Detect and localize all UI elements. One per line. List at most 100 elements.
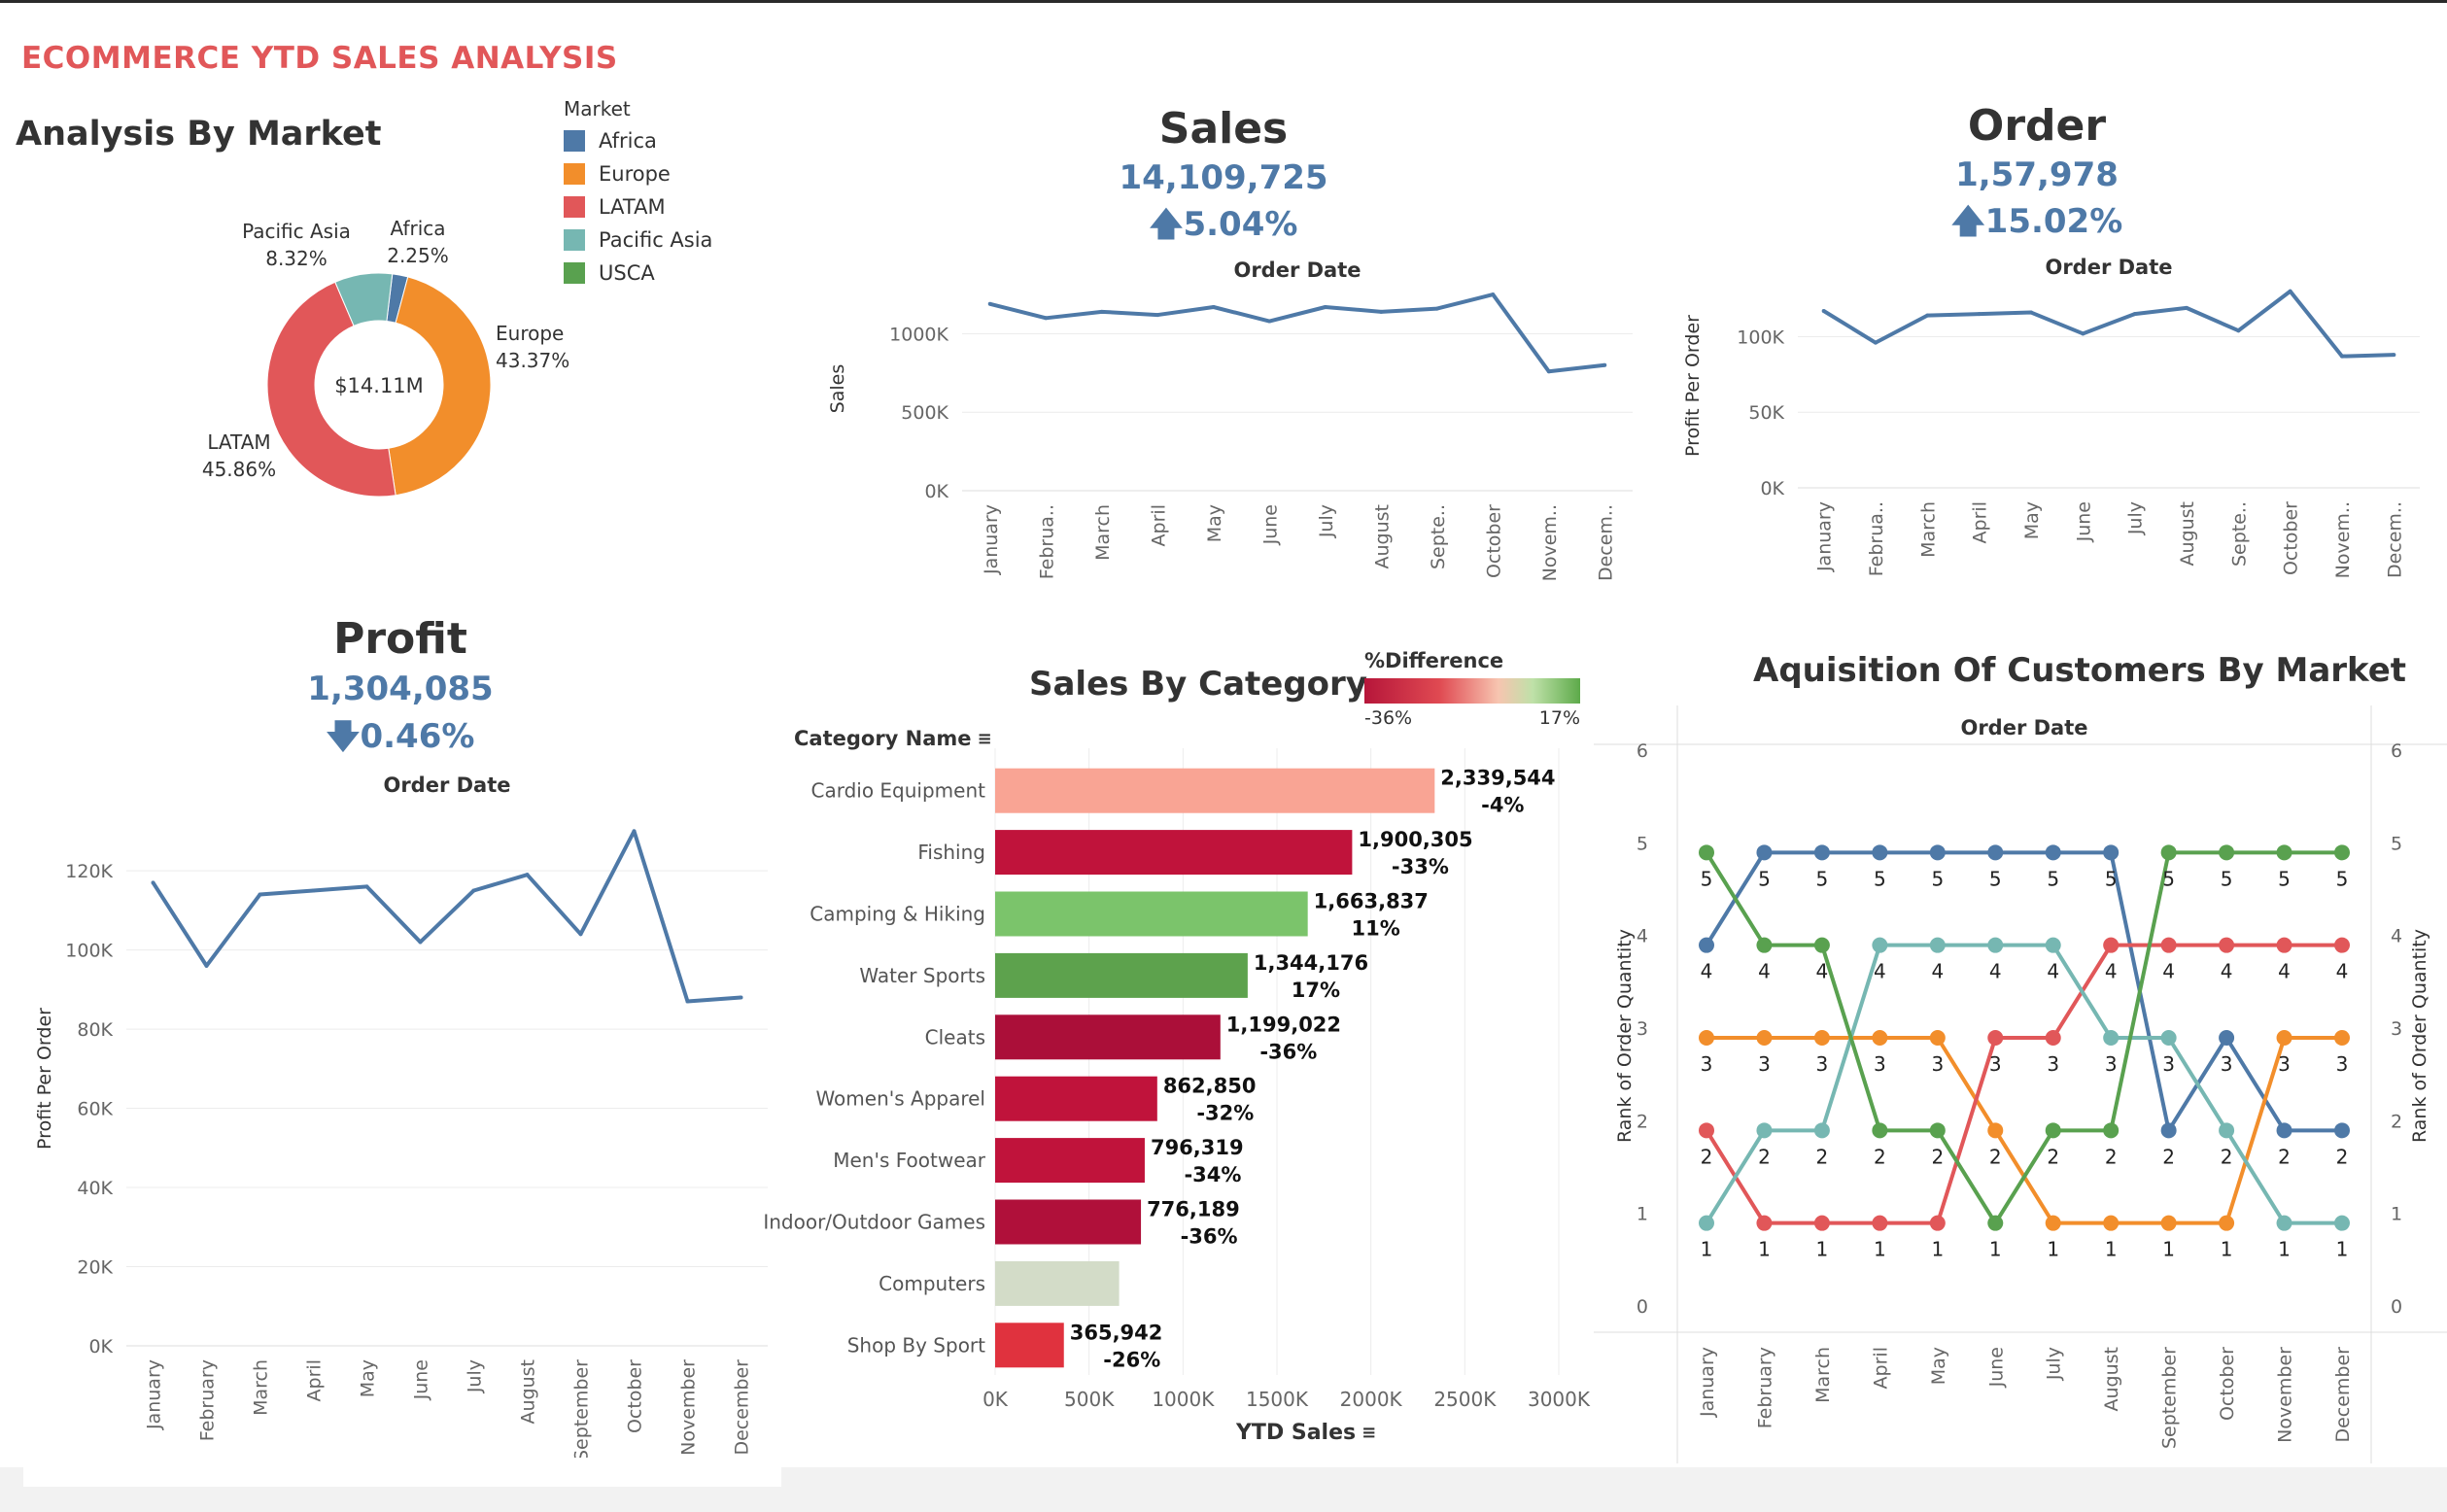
rank-label: 2	[2047, 1145, 2059, 1168]
data-point	[1267, 319, 1272, 324]
data-point	[2236, 328, 2241, 333]
rank-label: 5	[2336, 867, 2349, 890]
y-tick-label: 0K	[1760, 478, 1784, 499]
legend-item-latam[interactable]: LATAM	[564, 190, 712, 223]
order-title: Order	[1967, 101, 2107, 151]
x-tick-label: February	[1754, 1347, 1775, 1428]
legend-label: Africa	[599, 129, 657, 153]
legend-item-usca[interactable]: USCA	[564, 257, 712, 290]
data-point	[632, 829, 637, 834]
donut-label-pct: 2.25%	[387, 244, 449, 267]
rank-point	[2103, 937, 2120, 953]
x-tick-label: August	[2177, 501, 2198, 567]
y-tick-label-right: 0	[2391, 1296, 2402, 1318]
acquisition-bump-chart[interactable]: Order Date 0 0 1 1 2 2 3 3 4 4 5 5 6 6 Rank of Order Qu…	[1594, 705, 2447, 1473]
donut-label-name: LATAM	[207, 430, 270, 454]
data-point	[2132, 312, 2137, 317]
sales-line-chart[interactable]: Order Date 0K 500K 1000K Sales January Februa.…	[816, 258, 1652, 598]
rank-label: 3	[1989, 1052, 2002, 1076]
sort-icon[interactable]: ≡	[978, 729, 992, 749]
legend-swatch	[564, 163, 585, 185]
rank-point	[1756, 1122, 1773, 1139]
x-tick-label: July	[2044, 1347, 2065, 1381]
rank-label: 1	[2047, 1238, 2059, 1261]
x-tick-label: March	[251, 1359, 272, 1416]
rank-point	[2103, 1030, 2120, 1046]
legend-item-pacific-asia[interactable]: Pacific Asia	[564, 223, 712, 257]
x-tick-label: July	[1316, 504, 1337, 538]
rank-label: 2	[1931, 1145, 1944, 1168]
bar-pct-label: -36%	[1181, 1225, 1238, 1249]
category-bar-chart[interactable]: 0K 500K 1000K 1500K 2000K 2500K 3000K Cardio Eq…	[758, 748, 1594, 1419]
y-axis-title: Sales	[827, 364, 848, 414]
y-tick-label: 0K	[88, 1336, 113, 1357]
bar-value-label: 796,319	[1151, 1136, 1244, 1159]
bar-value-label: 1,663,837	[1314, 890, 1429, 913]
market-donut-chart[interactable]: Africa 2.25% Europe 43.37% LATAM 45.86% Pacifi…	[175, 194, 583, 544]
dashboard-title: ECOMMERCE YTD SALES ANALYSIS	[21, 41, 618, 76]
x-tick-label: March	[1092, 504, 1114, 561]
rank-label: 1	[1931, 1238, 1944, 1261]
rank-point	[1813, 844, 1830, 861]
bar-pct-label: -36%	[1259, 1040, 1317, 1063]
market-legend[interactable]: Market Africa Europe LATAM Pacific Asia USCA	[564, 97, 712, 290]
legend-item-europe[interactable]: Europe	[564, 157, 712, 190]
data-point	[2340, 354, 2344, 359]
legend-item-africa[interactable]: Africa	[564, 124, 712, 157]
y-tick-label: 0K	[924, 481, 948, 502]
pct-difference-legend[interactable]: %Difference -36% 17%	[1364, 649, 1580, 729]
category-label: Fishing	[917, 841, 985, 864]
x-tick-label: Septe..	[1428, 504, 1449, 569]
rank-point	[2219, 844, 2235, 861]
profit-change: 🡇0.46%	[326, 717, 475, 756]
rank-point	[2276, 1122, 2292, 1139]
data-point	[471, 888, 476, 893]
bar-pct-label: 17%	[1292, 979, 1340, 1002]
x-tick-label: Novem..	[2332, 501, 2354, 578]
order-line-chart[interactable]: Order Date 0K 50K 100K Profit Per Order Janua…	[1672, 255, 2439, 595]
data-point	[1044, 316, 1049, 321]
legend-label: USCA	[599, 261, 655, 285]
rank-point	[2103, 844, 2120, 861]
acquisition-title: Aquisition Of Customers By Market	[1753, 651, 2407, 690]
data-point	[739, 995, 743, 1000]
rank-label: 3	[2105, 1052, 2118, 1076]
sales-value: 14,109,725	[1119, 158, 1328, 197]
rank-label: 5	[2105, 867, 2118, 890]
rank-point	[1699, 937, 1714, 953]
category-bar	[995, 952, 1248, 998]
order-value: 1,57,978	[1955, 155, 2119, 194]
x-tick-label: May	[358, 1359, 379, 1397]
x-tick-label: June	[1985, 1347, 2007, 1388]
sort-icon[interactable]: ≡	[1361, 1423, 1376, 1443]
category-label: Computers	[879, 1272, 985, 1295]
rank-point	[1987, 1030, 2004, 1046]
market-panel-title: Analysis By Market	[16, 115, 382, 154]
sales-change: 🡅5.04%	[1149, 205, 1298, 244]
y-tick-label: 5	[1637, 833, 1648, 854]
rank-label: 4	[2221, 960, 2233, 983]
x-tick-label: March	[1917, 501, 1939, 558]
rank-label: 2	[1758, 1145, 1771, 1168]
bar-value-label: 862,850	[1163, 1075, 1257, 1098]
rank-label: 1	[1989, 1238, 2002, 1261]
x-tick-label: December	[2332, 1347, 2354, 1443]
data-point	[204, 963, 209, 968]
x-tick-label: 1500K	[1246, 1388, 1309, 1411]
rank-point	[1987, 937, 2004, 953]
rank-label: 1	[2336, 1238, 2349, 1261]
data-point	[2081, 331, 2085, 336]
rank-point	[2276, 844, 2292, 861]
rank-label: 3	[2221, 1052, 2233, 1076]
data-point	[2029, 310, 2033, 315]
arrow-down-icon: 🡇	[326, 717, 361, 756]
bar-value-label: 1,344,176	[1254, 951, 1368, 975]
x-tick-label: 2000K	[1340, 1388, 1403, 1411]
profit-line-chart[interactable]: Order Date 0K 20K 40K 60K 80K 100K 120K Profit P…	[29, 773, 787, 1472]
category-x-axis-title[interactable]: YTD Sales ≡	[1236, 1421, 1376, 1445]
x-tick-label: February	[197, 1359, 219, 1441]
data-point	[1925, 313, 1930, 318]
category-name-header[interactable]: Category Name ≡	[794, 727, 992, 750]
rank-point	[2045, 1030, 2061, 1046]
rank-point	[1929, 844, 1946, 861]
